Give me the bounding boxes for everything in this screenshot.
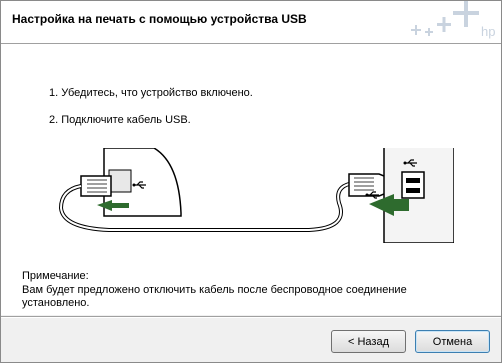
computer-usb-port (401, 171, 425, 199)
step-2-text: 2. Подключите кабель USB. (49, 114, 191, 126)
setup-dialog: Настройка на печать с помощью устройства… (0, 0, 502, 363)
printer-port (108, 169, 132, 193)
usb-connection-illustration (58, 148, 454, 243)
dialog-title: Настройка на печать с помощью устройства… (12, 12, 307, 26)
hp-logo-text: hp (481, 24, 495, 39)
dialog-header: Настройка на печать с помощью устройства… (1, 1, 501, 43)
usb-a-plug (348, 173, 390, 197)
dialog-content: 1. Убедитесь, что устройство включено. 2… (1, 45, 501, 315)
footer-divider (1, 316, 501, 318)
hp-logo: hp (411, 1, 495, 39)
back-button[interactable]: < Назад (331, 330, 406, 353)
note-label: Примечание: (22, 270, 89, 282)
usb-b-plug (80, 175, 112, 197)
note-text: Вам будет предложено отключить кабель по… (22, 284, 407, 309)
step-1-text: 1. Убедитесь, что устройство включено. (49, 87, 253, 99)
cancel-button[interactable]: Отмена (415, 330, 490, 353)
